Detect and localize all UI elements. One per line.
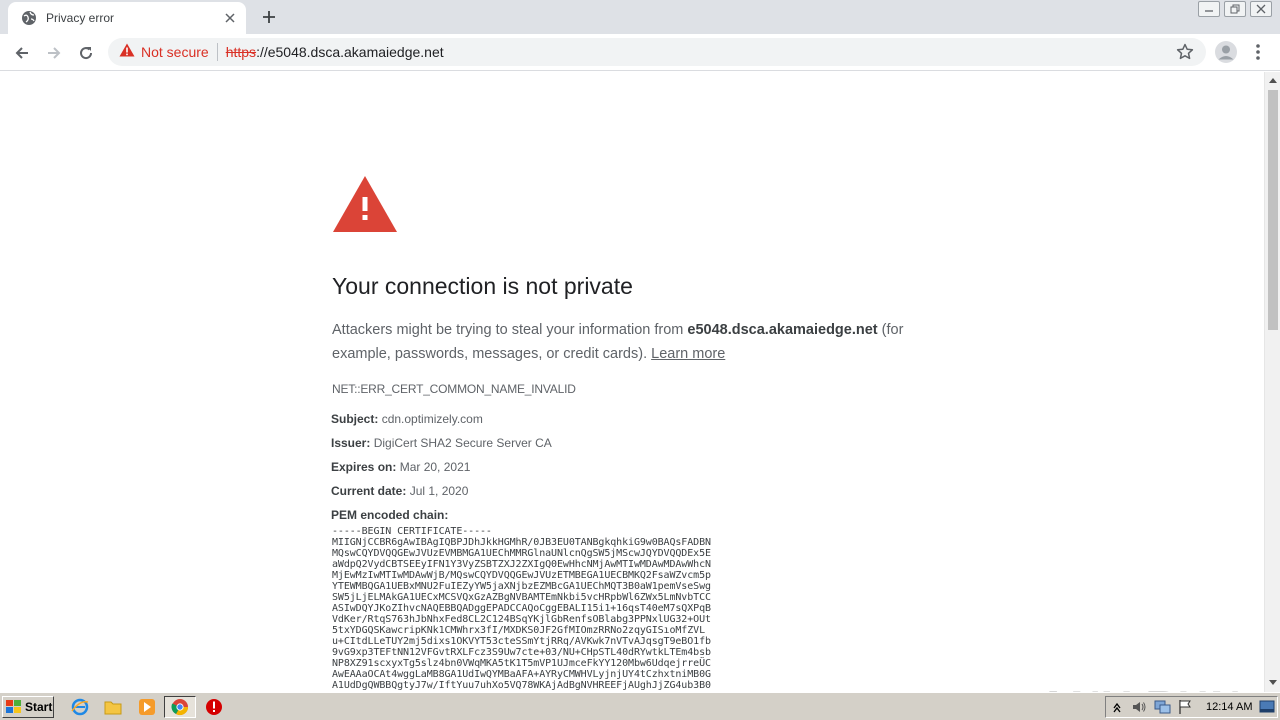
issuer-label: Issuer: — [331, 436, 371, 450]
tab-privacy-error[interactable]: Privacy error — [8, 2, 246, 34]
forward-arrow-icon — [48, 47, 61, 59]
url-scheme: https — [225, 44, 257, 60]
vertical-scrollbar[interactable] — [1264, 72, 1280, 692]
plus-icon — [263, 11, 275, 23]
scroll-up-arrow-icon[interactable] — [1269, 78, 1277, 83]
restore-button[interactable] — [1224, 1, 1246, 17]
subject-label: Subject: — [331, 412, 379, 426]
taskbar-clock[interactable]: 12:14 AM — [1206, 701, 1252, 713]
page-content: Your connection is not private Attackers… — [0, 72, 1264, 692]
issuer-value: DigiCert SHA2 Secure Server CA — [373, 436, 552, 450]
target-domain: e5048.dsca.akamaiedge.net — [687, 322, 878, 338]
new-tab-button[interactable] — [257, 6, 281, 28]
anyrun-watermark: ANY RUN — [1038, 682, 1243, 692]
tray-expand-icon[interactable] — [1112, 699, 1122, 720]
globe-icon — [21, 10, 37, 26]
address-bar[interactable]: Not secure https ://e5048.dsca.akamaiedg… — [108, 38, 1206, 66]
close-window-button[interactable] — [1250, 1, 1272, 17]
explanation-paragraph: Attackers might be trying to steal your … — [332, 318, 952, 366]
subject-value: cdn.optimizely.com — [381, 412, 483, 426]
forward-button[interactable] — [41, 40, 67, 66]
taskbar: Start 12:14 AM — [0, 692, 1280, 720]
current-date-value: Jul 1, 2020 — [409, 484, 469, 498]
network-icon[interactable] — [1154, 699, 1172, 720]
learn-more-link[interactable]: Learn more — [651, 346, 725, 362]
error-code: NET::ERR_CERT_COMMON_NAME_INVALID — [332, 382, 576, 396]
tab-close-icon[interactable] — [220, 8, 240, 28]
window-controls — [1198, 1, 1272, 17]
subject-row: Subject: cdn.optimizely.com — [331, 412, 483, 426]
para-prefix: Attackers might be trying to steal your … — [332, 322, 688, 338]
warning-icon[interactable] — [119, 43, 135, 62]
show-desktop-icon[interactable] — [1259, 700, 1275, 719]
start-label: Start — [25, 700, 53, 714]
windows-logo-icon — [6, 700, 21, 713]
pem-label-row: PEM encoded chain: — [331, 508, 448, 522]
url-host: ://e5048.dsca.akamaiedge.net — [256, 44, 444, 60]
internet-explorer-icon[interactable] — [70, 697, 90, 717]
volume-icon[interactable] — [1131, 699, 1147, 720]
reload-icon — [80, 47, 93, 60]
pem-certificate-text: -----BEGIN CERTIFICATE----- MIIGNjCCBR6g… — [332, 526, 711, 691]
expires-row: Expires on: Mar 20, 2021 — [331, 460, 470, 474]
chrome-icon — [170, 697, 190, 717]
back-button[interactable] — [9, 40, 35, 66]
current-date-row: Current date: Jul 1, 2020 — [331, 484, 468, 498]
start-button[interactable]: Start — [2, 696, 54, 718]
tab-title: Privacy error — [46, 11, 115, 25]
back-arrow-icon — [15, 47, 28, 59]
pem-label: PEM encoded chain: — [331, 508, 449, 522]
expires-label: Expires on: — [331, 460, 397, 474]
warning-triangle-icon — [332, 175, 398, 238]
stop-sign-icon[interactable] — [204, 697, 224, 717]
scrollbar-thumb[interactable] — [1268, 90, 1278, 330]
issuer-row: Issuer: DigiCert SHA2 Secure Server CA — [331, 436, 552, 450]
action-center-flag-icon[interactable] — [1178, 699, 1192, 720]
kebab-menu-icon[interactable] — [1250, 42, 1266, 62]
not-secure-label[interactable]: Not secure — [141, 44, 209, 60]
expires-value: Mar 20, 2021 — [399, 460, 471, 474]
reload-button[interactable] — [73, 40, 99, 66]
browser-toolbar: Not secure https ://e5048.dsca.akamaiedg… — [0, 34, 1280, 71]
scroll-down-arrow-icon[interactable] — [1269, 680, 1277, 685]
media-player-icon[interactable] — [137, 697, 157, 717]
profile-avatar-icon[interactable] — [1214, 40, 1238, 64]
tab-strip: Privacy error — [0, 0, 1280, 34]
bookmark-star-icon[interactable] — [1176, 43, 1194, 66]
current-date-label: Current date: — [331, 484, 407, 498]
minimize-button[interactable] — [1198, 1, 1220, 17]
omnibox-separator — [216, 43, 218, 61]
page-heading: Your connection is not private — [332, 273, 633, 299]
file-explorer-icon[interactable] — [103, 697, 123, 717]
